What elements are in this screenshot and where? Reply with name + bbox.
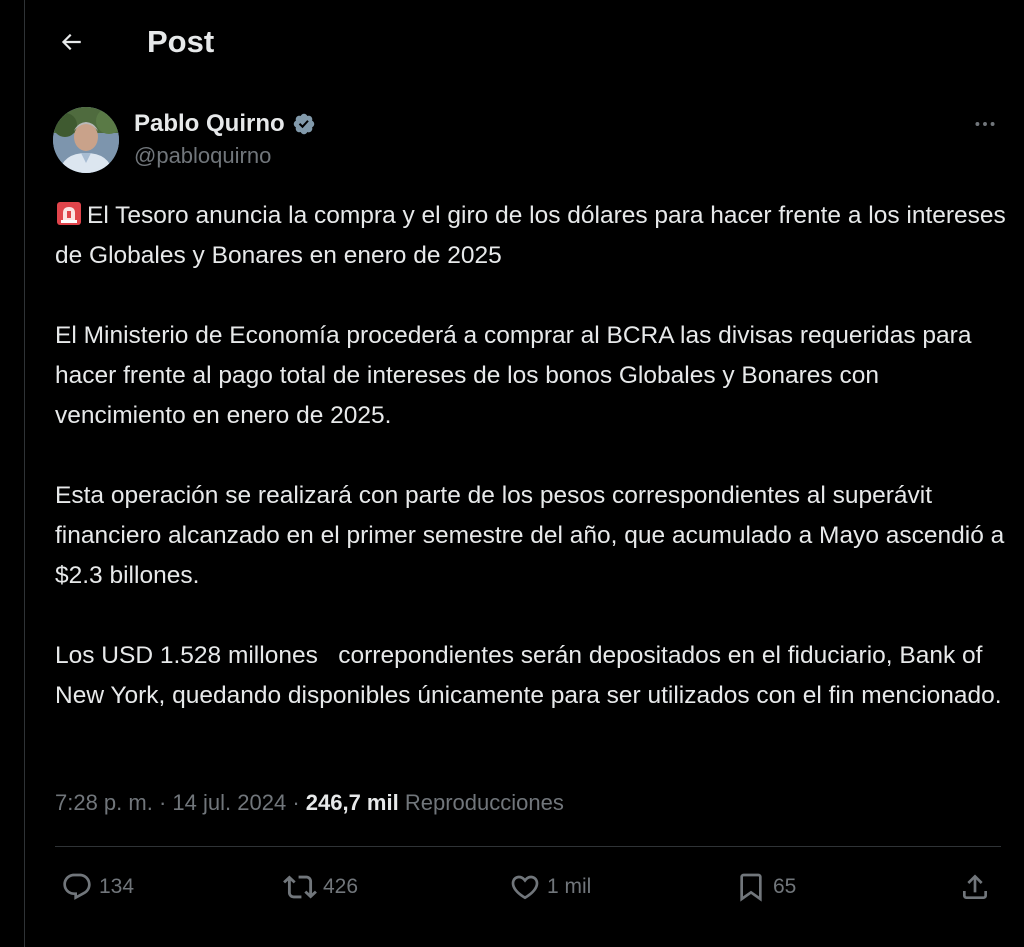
meta-separator: · <box>292 790 300 815</box>
views-label[interactable]: Reproducciones <box>405 790 564 815</box>
more-horizontal-icon <box>975 122 995 126</box>
tweet-date[interactable]: 14 jul. 2024 <box>172 790 286 815</box>
tweet-meta: 7:28 p. m. · 14 jul. 2024 · 246,7 mil Re… <box>55 786 564 820</box>
more-options-button[interactable] <box>965 108 1005 140</box>
reply-icon <box>63 873 91 900</box>
tweet-paragraph: Los USD 1.528 millones correpondientes s… <box>55 642 1002 709</box>
verified-badge-icon[interactable] <box>292 112 316 136</box>
post-header: Post <box>25 0 1024 84</box>
rotating-light-emoji-icon <box>55 199 83 227</box>
bookmark-button[interactable]: 65 <box>735 866 796 908</box>
tweet-paragraph: El Ministerio de Economía procederá a co… <box>55 322 972 429</box>
avatar[interactable] <box>53 107 119 173</box>
back-button[interactable] <box>51 22 91 62</box>
share-button[interactable] <box>959 866 991 908</box>
author-name[interactable]: Pablo Quirno <box>134 110 285 138</box>
bookmark-count: 65 <box>773 875 797 898</box>
tweet-text: El Tesoro anuncia la compra y el giro de… <box>55 196 1015 716</box>
reply-button[interactable]: 134 <box>61 866 134 908</box>
post-column: Post Pablo Quirno @pabloquirno El Tesoro… <box>24 0 1015 947</box>
tweet-paragraph: El Tesoro anuncia la compra y el giro de… <box>55 196 1015 276</box>
meta-separator: · <box>158 790 167 815</box>
repost-count: 426 <box>323 875 359 898</box>
page-title: Post <box>147 24 215 59</box>
author-name-row[interactable]: Pablo Quirno <box>134 108 316 140</box>
repost-button[interactable]: 426 <box>283 866 358 908</box>
arrow-left-icon <box>61 33 81 51</box>
divider <box>55 846 1001 847</box>
bookmark-icon <box>740 873 762 902</box>
like-count: 1 mil <box>547 875 592 898</box>
like-button[interactable]: 1 mil <box>509 866 591 908</box>
heart-icon <box>511 875 539 900</box>
repost-icon <box>283 875 317 899</box>
share-icon <box>963 874 987 899</box>
tweet-time[interactable]: 7:28 p. m. <box>55 790 153 815</box>
views-count[interactable]: 246,7 mil <box>306 790 399 815</box>
tweet-paragraph: Esta operación se realizará con parte de… <box>55 482 1005 589</box>
reply-count: 134 <box>99 875 135 898</box>
author-handle[interactable]: @pabloquirno <box>134 143 271 169</box>
